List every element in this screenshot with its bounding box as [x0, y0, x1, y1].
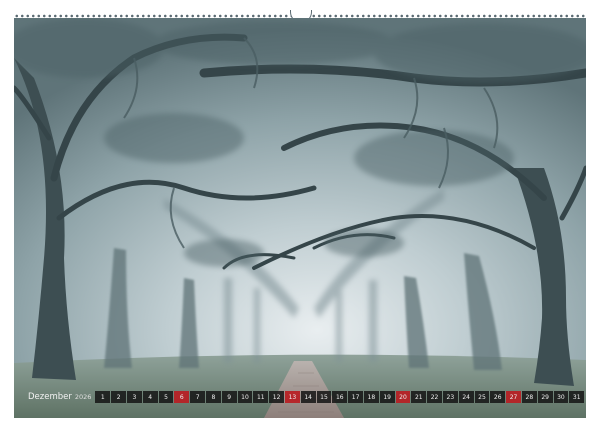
calendar-strip: Dezember 2026 1 2 3 4 5 6 7 8 9 10 11 12 13 14 15 16 17 1…: [28, 390, 585, 404]
day-cell: 2: [111, 391, 127, 403]
day-cell: 18: [363, 391, 379, 403]
month-name: Dezember: [28, 392, 72, 402]
day-cell: 11: [253, 391, 269, 403]
day-cell: 17: [348, 391, 363, 403]
day-cell: 10: [237, 391, 253, 403]
day-cell: 22: [427, 391, 442, 403]
day-cell: 4: [142, 391, 158, 403]
day-cell: 7: [190, 391, 205, 403]
day-cell: 5: [158, 391, 174, 403]
day-cell: 23: [442, 391, 458, 403]
month-label: Dezember 2026: [28, 392, 91, 402]
day-cell: 15: [316, 391, 332, 403]
day-cell: 26: [490, 391, 506, 403]
day-cell: 24: [458, 391, 474, 403]
day-cell: 8: [206, 391, 221, 403]
year-label: 2026: [74, 393, 92, 401]
day-cell-sunday: 20: [395, 391, 411, 403]
day-cell: 12: [269, 391, 284, 403]
day-cell: 28: [521, 391, 537, 403]
day-cell: 29: [537, 391, 553, 403]
day-cell-sunday: 27: [506, 391, 521, 403]
day-cell: 3: [127, 391, 142, 403]
day-cell: 19: [379, 391, 395, 403]
day-cells: 1 2 3 4 5 6 7 8 9 10 11 12 13 14 15 16 17 18 19 20 21 22 23 24 2…: [95, 391, 585, 403]
day-cell: 14: [300, 391, 316, 403]
day-cell: 31: [569, 391, 585, 403]
day-cell: 25: [474, 391, 490, 403]
day-cell: 30: [553, 391, 569, 403]
day-cell-sunday: 6: [174, 391, 190, 403]
day-cell: 1: [95, 391, 111, 403]
day-cell: 21: [411, 391, 427, 403]
day-cell: 9: [221, 391, 237, 403]
day-cell-sunday: 13: [284, 391, 300, 403]
day-cell: 16: [332, 391, 348, 403]
photo-misty-oak-alley: [14, 18, 586, 418]
